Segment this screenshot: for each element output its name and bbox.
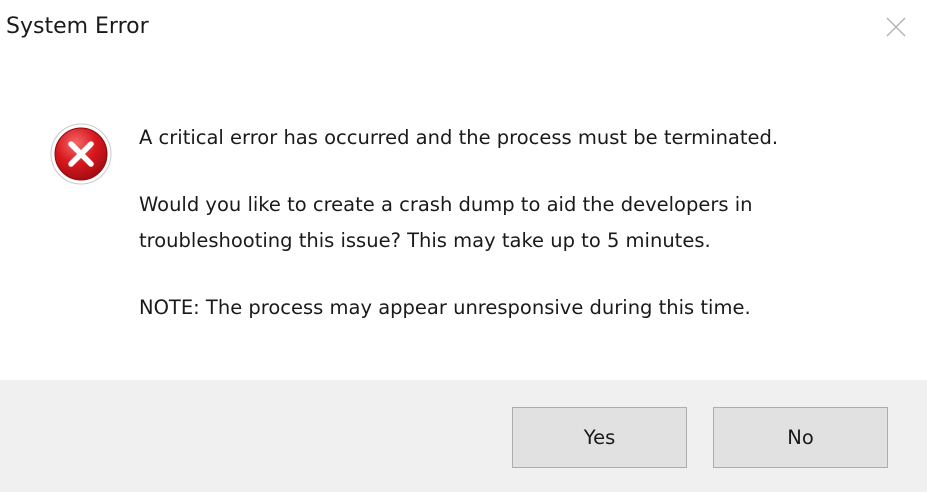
window-title: System Error <box>6 14 149 39</box>
yes-button-label: Yes <box>583 426 616 449</box>
error-message: A critical error has occurred and the pr… <box>139 126 779 149</box>
yes-button[interactable]: Yes <box>512 407 687 468</box>
error-icon <box>49 122 113 186</box>
no-button-label: No <box>787 426 814 449</box>
dialog-content: A critical error has occurred and the pr… <box>0 60 927 380</box>
crash-dump-question-line-1: Would you like to create a crash dump to… <box>139 193 753 216</box>
close-button[interactable] <box>879 10 913 44</box>
button-footer: Yes No <box>0 380 927 492</box>
no-button[interactable]: No <box>713 407 888 468</box>
title-bar: System Error <box>0 0 927 60</box>
close-icon <box>886 17 906 37</box>
crash-dump-question-line-2: troubleshooting this issue? This may tak… <box>139 229 711 252</box>
system-error-dialog: System Error A critical error has occurr… <box>0 0 927 492</box>
note-message: NOTE: The process may appear unresponsiv… <box>139 296 751 319</box>
